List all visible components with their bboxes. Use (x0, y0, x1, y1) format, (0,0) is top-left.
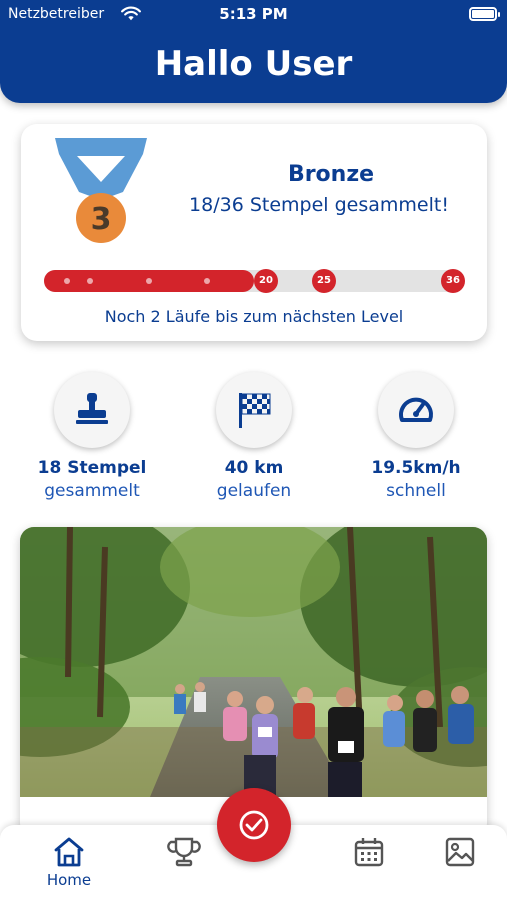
next-level-hint: Noch 2 Läufe bis zum nächsten Level (104, 307, 404, 326)
stat-speed-value: 19.5km/h (371, 458, 461, 478)
stat-stamps-label: gesammelt (44, 481, 140, 501)
stat-distance-label: gelaufen (216, 481, 292, 501)
level-progress-bar: 20 25 36 (44, 269, 465, 293)
stat-speed-circle (378, 372, 454, 448)
level-name: Bronze (287, 162, 375, 187)
stat-distance-value: 40 km (224, 458, 284, 478)
stamp-icon (76, 393, 108, 424)
tab-calendar[interactable] (339, 835, 399, 895)
stat-stamps[interactable]: 18 Stempel gesammelt (17, 372, 167, 501)
progress-dot (146, 278, 152, 284)
battery-icon (469, 7, 500, 21)
stat-stamps-circle (54, 372, 130, 448)
checkered-flag-icon (239, 393, 271, 428)
status-time: 5:13 PM (219, 5, 288, 23)
stat-stamps-value: 18 Stempel (37, 458, 147, 478)
stat-distance-circle (216, 372, 292, 448)
progress-dot (204, 278, 210, 284)
stat-speed-label: schnell (386, 481, 446, 501)
speedometer-icon (399, 397, 433, 422)
progress-dot (87, 278, 93, 284)
gallery-icon (445, 837, 475, 867)
milestone-25: 25 (312, 269, 336, 293)
stamp-count: 18/36 Stempel gesammelt! (189, 194, 449, 216)
stat-distance[interactable]: 40 km gelaufen (179, 372, 329, 501)
milestone-20: 20 (254, 269, 278, 293)
tab-trophy[interactable] (154, 835, 214, 895)
level-card[interactable]: 3 Bronze 18/36 Stempel gesammelt! 20 25 … (21, 124, 487, 341)
milestone-36: 36 (441, 269, 465, 293)
runners-photo (20, 527, 487, 797)
checkin-button[interactable] (217, 788, 291, 862)
page-title: Hallo User (154, 44, 353, 84)
calendar-icon (354, 838, 384, 867)
status-bar: Netzbetreiber 5:13 PM (0, 0, 507, 30)
tab-home[interactable]: Home (39, 835, 99, 895)
tab-gallery[interactable] (430, 835, 490, 895)
tab-home-label: Home (46, 871, 92, 889)
header: Netzbetreiber 5:13 PM Hallo User (0, 0, 507, 103)
stat-speed[interactable]: 19.5km/h schnell (341, 372, 491, 501)
progress-dot (64, 278, 70, 284)
home-icon (54, 837, 84, 867)
medal-number: 3 (90, 202, 112, 237)
checkmark-circle-icon (239, 810, 269, 840)
trophy-icon (167, 837, 201, 867)
home-screen: Netzbetreiber 5:13 PM Hallo User 3 Bronz… (0, 0, 507, 900)
